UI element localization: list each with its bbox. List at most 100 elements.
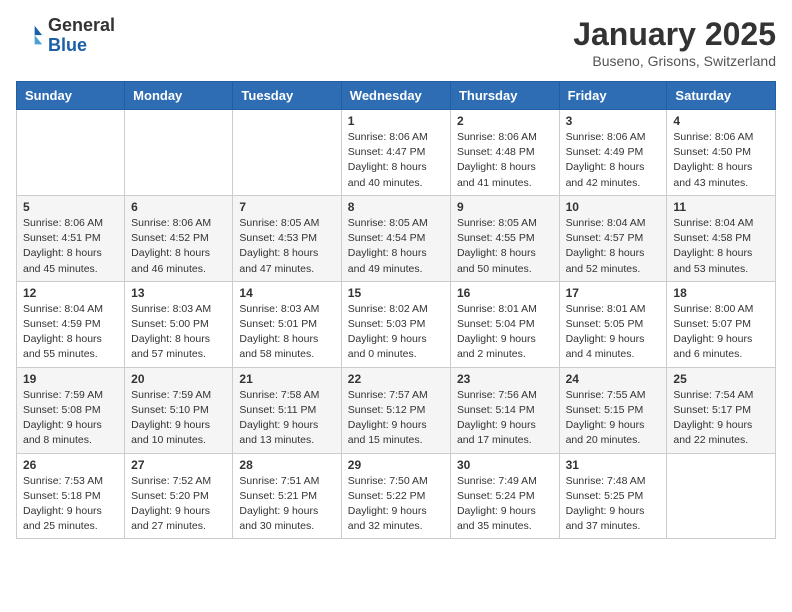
calendar-table: SundayMondayTuesdayWednesdayThursdayFrid… <box>16 81 776 539</box>
day-number: 23 <box>457 372 553 386</box>
calendar-cell: 16 Sunrise: 8:01 AM Sunset: 5:04 PM Dayli… <box>450 281 559 367</box>
day-number: 22 <box>348 372 444 386</box>
day-number: 6 <box>131 200 226 214</box>
calendar-cell: 14 Sunrise: 8:03 AM Sunset: 5:01 PM Dayli… <box>233 281 341 367</box>
day-info: Sunrise: 8:06 AM Sunset: 4:49 PM Dayligh… <box>566 130 661 191</box>
calendar-cell: 24Sunrise: 7:55 AM Sunset: 5:15 PM Dayli… <box>559 367 667 453</box>
day-number: 4 <box>673 114 769 128</box>
day-info: Sunrise: 7:51 AM Sunset: 5:21 PM Dayligh… <box>239 474 334 535</box>
day-number: 14 <box>239 286 334 300</box>
calendar-cell: 26Sunrise: 7:53 AM Sunset: 5:18 PM Dayli… <box>17 453 125 539</box>
day-info: Sunrise: 8:05 AM Sunset: 4:53 PM Dayligh… <box>239 216 334 277</box>
day-info: Sunrise: 7:48 AM Sunset: 5:25 PM Dayligh… <box>566 474 661 535</box>
day-number: 26 <box>23 458 118 472</box>
calendar-week-row: 12Sunrise: 8:04 AM Sunset: 4:59 PM Dayli… <box>17 281 776 367</box>
day-info: Sunrise: 8:03 AM Sunset: 5:00 PM Dayligh… <box>131 302 226 363</box>
calendar-cell: 21Sunrise: 7:58 AM Sunset: 5:11 PM Dayli… <box>233 367 341 453</box>
day-number: 16 <box>457 286 553 300</box>
day-info: Sunrise: 8:00 AM Sunset: 5:07 PM Dayligh… <box>673 302 769 363</box>
calendar-cell: 3Sunrise: 8:06 AM Sunset: 4:49 PM Daylig… <box>559 110 667 196</box>
logo-general-text: General <box>48 15 115 35</box>
calendar-cell: 7 Sunrise: 8:05 AM Sunset: 4:53 PM Daylig… <box>233 195 341 281</box>
day-number: 11 <box>673 200 769 214</box>
page-header: General Blue January 2025 Buseno, Grison… <box>16 16 776 69</box>
calendar-cell: 12Sunrise: 8:04 AM Sunset: 4:59 PM Dayli… <box>17 281 125 367</box>
calendar-cell: 25 Sunrise: 7:54 AM Sunset: 5:17 PM Dayli… <box>667 367 776 453</box>
calendar-header-friday: Friday <box>559 82 667 110</box>
calendar-header-monday: Monday <box>125 82 233 110</box>
day-info: Sunrise: 8:06 AM Sunset: 4:50 PM Dayligh… <box>673 130 769 191</box>
calendar-header-wednesday: Wednesday <box>341 82 450 110</box>
calendar-cell <box>667 453 776 539</box>
calendar-header-row: SundayMondayTuesdayWednesdayThursdayFrid… <box>17 82 776 110</box>
day-info: Sunrise: 7:52 AM Sunset: 5:20 PM Dayligh… <box>131 474 226 535</box>
calendar-cell: 27 Sunrise: 7:52 AM Sunset: 5:20 PM Dayli… <box>125 453 233 539</box>
day-number: 25 <box>673 372 769 386</box>
day-info: Sunrise: 7:50 AM Sunset: 5:22 PM Dayligh… <box>348 474 444 535</box>
day-info: Sunrise: 8:06 AM Sunset: 4:47 PM Dayligh… <box>348 130 444 191</box>
calendar-cell: 6 Sunrise: 8:06 AM Sunset: 4:52 PM Daylig… <box>125 195 233 281</box>
calendar-cell: 20 Sunrise: 7:59 AM Sunset: 5:10 PM Dayli… <box>125 367 233 453</box>
calendar-cell: 18 Sunrise: 8:00 AM Sunset: 5:07 PM Dayli… <box>667 281 776 367</box>
day-number: 12 <box>23 286 118 300</box>
calendar-cell <box>233 110 341 196</box>
month-title: January 2025 <box>573 16 776 53</box>
calendar-header-sunday: Sunday <box>17 82 125 110</box>
calendar-cell: 23Sunrise: 7:56 AM Sunset: 5:14 PM Dayli… <box>450 367 559 453</box>
day-info: Sunrise: 8:05 AM Sunset: 4:54 PM Dayligh… <box>348 216 444 277</box>
day-number: 19 <box>23 372 118 386</box>
calendar-header-thursday: Thursday <box>450 82 559 110</box>
calendar-cell: 22 Sunrise: 7:57 AM Sunset: 5:12 PM Dayli… <box>341 367 450 453</box>
day-number: 5 <box>23 200 118 214</box>
day-info: Sunrise: 7:57 AM Sunset: 5:12 PM Dayligh… <box>348 388 444 449</box>
calendar-week-row: 26Sunrise: 7:53 AM Sunset: 5:18 PM Dayli… <box>17 453 776 539</box>
day-number: 31 <box>566 458 661 472</box>
calendar-header-tuesday: Tuesday <box>233 82 341 110</box>
day-info: Sunrise: 7:59 AM Sunset: 5:08 PM Dayligh… <box>23 388 118 449</box>
logo-blue-text: Blue <box>48 35 87 55</box>
day-number: 24 <box>566 372 661 386</box>
calendar-cell: 11 Sunrise: 8:04 AM Sunset: 4:58 PM Dayli… <box>667 195 776 281</box>
day-number: 10 <box>566 200 661 214</box>
calendar-cell: 31 Sunrise: 7:48 AM Sunset: 5:25 PM Dayli… <box>559 453 667 539</box>
calendar-header-saturday: Saturday <box>667 82 776 110</box>
day-number: 9 <box>457 200 553 214</box>
calendar-cell <box>17 110 125 196</box>
day-info: Sunrise: 8:01 AM Sunset: 5:04 PM Dayligh… <box>457 302 553 363</box>
day-number: 7 <box>239 200 334 214</box>
calendar-cell: 29Sunrise: 7:50 AM Sunset: 5:22 PM Dayli… <box>341 453 450 539</box>
day-number: 28 <box>239 458 334 472</box>
calendar-week-row: 19 Sunrise: 7:59 AM Sunset: 5:08 PM Dayli… <box>17 367 776 453</box>
day-number: 20 <box>131 372 226 386</box>
day-info: Sunrise: 8:02 AM Sunset: 5:03 PM Dayligh… <box>348 302 444 363</box>
calendar-cell: 8Sunrise: 8:05 AM Sunset: 4:54 PM Daylig… <box>341 195 450 281</box>
logo-icon <box>16 22 44 50</box>
day-info: Sunrise: 7:58 AM Sunset: 5:11 PM Dayligh… <box>239 388 334 449</box>
calendar-cell: 19 Sunrise: 7:59 AM Sunset: 5:08 PM Dayli… <box>17 367 125 453</box>
calendar-cell: 1Sunrise: 8:06 AM Sunset: 4:47 PM Daylig… <box>341 110 450 196</box>
calendar-cell: 4 Sunrise: 8:06 AM Sunset: 4:50 PM Daylig… <box>667 110 776 196</box>
day-info: Sunrise: 8:06 AM Sunset: 4:48 PM Dayligh… <box>457 130 553 191</box>
calendar-cell: 17Sunrise: 8:01 AM Sunset: 5:05 PM Dayli… <box>559 281 667 367</box>
day-info: Sunrise: 8:03 AM Sunset: 5:01 PM Dayligh… <box>239 302 334 363</box>
day-number: 18 <box>673 286 769 300</box>
day-info: Sunrise: 7:54 AM Sunset: 5:17 PM Dayligh… <box>673 388 769 449</box>
day-info: Sunrise: 8:04 AM Sunset: 4:57 PM Dayligh… <box>566 216 661 277</box>
day-info: Sunrise: 7:49 AM Sunset: 5:24 PM Dayligh… <box>457 474 553 535</box>
day-info: Sunrise: 7:59 AM Sunset: 5:10 PM Dayligh… <box>131 388 226 449</box>
title-block: January 2025 Buseno, Grisons, Switzerlan… <box>573 16 776 69</box>
calendar-cell: 13Sunrise: 8:03 AM Sunset: 5:00 PM Dayli… <box>125 281 233 367</box>
calendar-cell <box>125 110 233 196</box>
calendar-cell: 28 Sunrise: 7:51 AM Sunset: 5:21 PM Dayli… <box>233 453 341 539</box>
day-info: Sunrise: 8:04 AM Sunset: 4:58 PM Dayligh… <box>673 216 769 277</box>
calendar-cell: 5Sunrise: 8:06 AM Sunset: 4:51 PM Daylig… <box>17 195 125 281</box>
calendar-cell: 9 Sunrise: 8:05 AM Sunset: 4:55 PM Daylig… <box>450 195 559 281</box>
day-info: Sunrise: 8:06 AM Sunset: 4:52 PM Dayligh… <box>131 216 226 277</box>
calendar-cell: 2Sunrise: 8:06 AM Sunset: 4:48 PM Daylig… <box>450 110 559 196</box>
day-number: 17 <box>566 286 661 300</box>
day-number: 27 <box>131 458 226 472</box>
day-number: 30 <box>457 458 553 472</box>
calendar-cell: 10 Sunrise: 8:04 AM Sunset: 4:57 PM Dayli… <box>559 195 667 281</box>
calendar-week-row: 1Sunrise: 8:06 AM Sunset: 4:47 PM Daylig… <box>17 110 776 196</box>
day-info: Sunrise: 8:05 AM Sunset: 4:55 PM Dayligh… <box>457 216 553 277</box>
